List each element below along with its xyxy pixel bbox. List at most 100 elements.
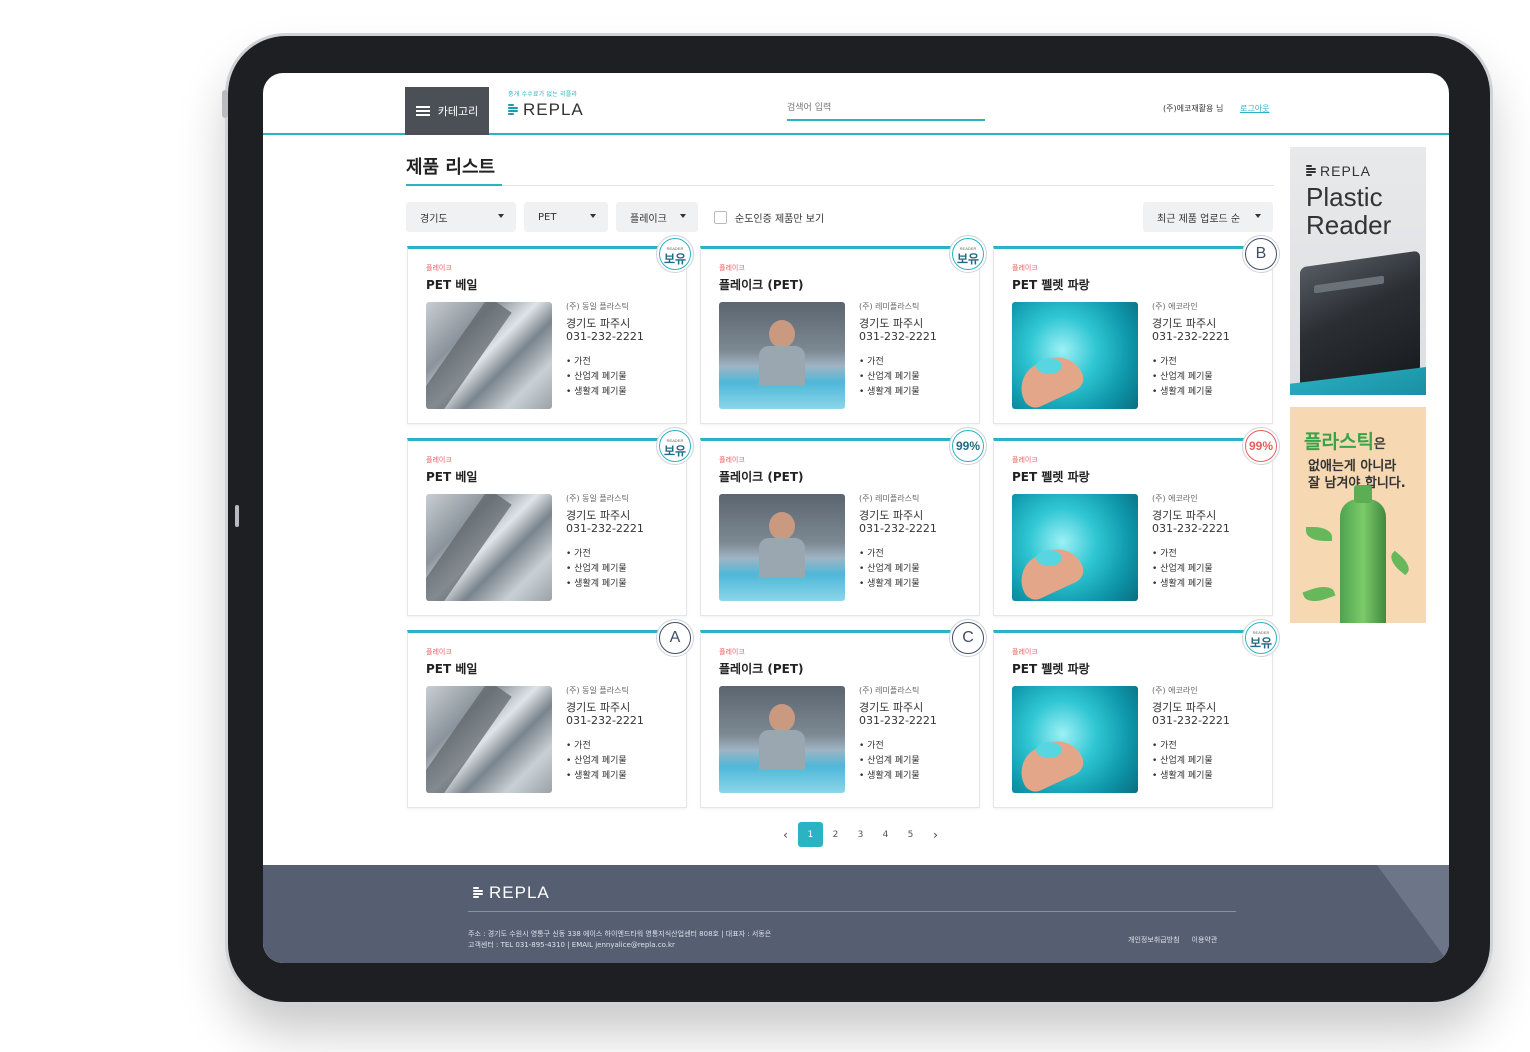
- product-image: [1012, 686, 1138, 793]
- product-card[interactable]: READER 보유 플레이크 PET 베일 (주) 동일 플라스틱 경기도 파주시 031-…: [407, 235, 694, 424]
- leaf-icon: [1302, 582, 1336, 606]
- product-name: PET 베일: [426, 470, 478, 484]
- next-page-button[interactable]: ›: [923, 822, 948, 847]
- logo-tagline: 중개 수수료가 없는 리플라: [508, 91, 578, 98]
- product-image: [719, 494, 845, 601]
- product-card[interactable]: READER 보유 플레이크 PET 베일 (주) 동일 플라스틱 경기도 파주시 031-…: [407, 427, 694, 616]
- chevron-down-icon: [498, 214, 504, 218]
- source-tags: 가전산업계 폐기물생활계 폐기물: [566, 547, 627, 592]
- app-screen: 카테고리 중개 수수료가 없는 리플라 REPLA (주)에코재활용 님 로그아…: [263, 73, 1449, 963]
- source-tag: 산업계 폐기물: [566, 754, 627, 769]
- source-tag: 산업계 폐기물: [859, 370, 920, 385]
- chevron-down-icon: [1255, 214, 1261, 218]
- product-image: [1012, 494, 1138, 601]
- product-card[interactable]: 99% 플레이크 PET 펠렛 파랑 (주) 에코라인 경기도 파주시 031-232-2…: [993, 427, 1280, 616]
- source-tag: 가전: [859, 547, 920, 562]
- product-name: 플레이크 (PET): [719, 278, 804, 292]
- product-category: 플레이크: [426, 264, 452, 272]
- chevron-down-icon: [680, 214, 686, 218]
- repla-logo-icon: [473, 886, 483, 900]
- logo-text: REPLA: [523, 100, 584, 119]
- logout-link[interactable]: 로그아웃: [1240, 103, 1269, 114]
- page-button[interactable]: 3: [848, 822, 873, 847]
- badge-text: B: [1245, 238, 1277, 270]
- page-button[interactable]: 5: [898, 822, 923, 847]
- certified-only-checkbox[interactable]: [714, 211, 727, 224]
- page-button[interactable]: 2: [823, 822, 848, 847]
- badge-text: 99%: [952, 430, 984, 462]
- certification-badge: 99%: [1242, 427, 1280, 465]
- material-filter[interactable]: PET: [524, 202, 608, 232]
- source-tag: 가전: [1152, 355, 1213, 370]
- certification-badge: A: [656, 619, 694, 657]
- badge-text: 보유: [956, 252, 980, 266]
- certification-badge: READER 보유: [656, 427, 694, 465]
- reader-device-image: [1300, 250, 1420, 386]
- brand-logo[interactable]: 중개 수수료가 없는 리플라 REPLA: [508, 89, 584, 120]
- plastic-reader-ad[interactable]: REPLA Plastic Reader: [1290, 147, 1426, 395]
- page-button[interactable]: 1: [798, 822, 823, 847]
- product-name: PET 펠렛 파랑: [1012, 470, 1090, 484]
- product-image: [1012, 302, 1138, 409]
- company-name: (주) 에코라인: [1152, 686, 1198, 695]
- certified-only-toggle[interactable]: 순도인증 제품만 보기: [714, 210, 824, 225]
- footer-address: 주소 : 경기도 수원시 영통구 신동 338 에이스 하이엔드타워 영통지식산…: [468, 930, 772, 938]
- source-tag: 가전: [566, 739, 627, 754]
- badge-text: 보유: [663, 252, 687, 266]
- product-card[interactable]: B 플레이크 PET 펠렛 파랑 (주) 에코라인 경기도 파주시 031-232-222…: [993, 235, 1280, 424]
- product-card[interactable]: READER 보유 플레이크 PET 펠렛 파랑 (주) 에코라인 경기도 파주시 031-…: [993, 619, 1280, 808]
- company-name: (주) 에코라인: [1152, 494, 1198, 503]
- repla-logo-icon: [1306, 164, 1316, 178]
- region-filter[interactable]: 경기도: [406, 202, 516, 232]
- source-tags: 가전산업계 폐기물생활계 폐기물: [1152, 547, 1213, 592]
- source-tags: 가전산업계 폐기물생활계 폐기물: [1152, 355, 1213, 400]
- product-card[interactable]: C 플레이크 플레이크 (PET) (주) 레미플라스틱 경기도 파주시 031-232-…: [700, 619, 987, 808]
- product-category: 플레이크: [719, 456, 745, 464]
- certification-badge: 99%: [949, 427, 987, 465]
- sort-dropdown[interactable]: 최근 제품 업로드 순: [1143, 202, 1273, 232]
- source-tag: 생활계 폐기물: [566, 385, 627, 400]
- company-phone: 031-232-2221: [566, 522, 644, 535]
- prev-page-button[interactable]: ‹: [773, 822, 798, 847]
- source-tag: 산업계 폐기물: [859, 562, 920, 577]
- page-button[interactable]: 4: [873, 822, 898, 847]
- ad-logo: REPLA: [1306, 163, 1371, 179]
- category-menu-button[interactable]: 카테고리: [405, 87, 489, 135]
- product-card[interactable]: A 플레이크 PET 베일 (주) 동일 플라스틱 경기도 파주시 031-232-222…: [407, 619, 694, 808]
- terms-link[interactable]: 이용약관: [1192, 935, 1218, 945]
- leaf-icon: [1386, 550, 1414, 576]
- product-card[interactable]: READER 보유 플레이크 플레이크 (PET) (주) 레미플라스틱 경기도 파주시 0…: [700, 235, 987, 424]
- campaign-ad[interactable]: 플라스틱은 없애는게 아니라 잘 남겨야 합니다.: [1290, 407, 1426, 623]
- source-tag: 산업계 폐기물: [1152, 370, 1213, 385]
- product-image: [426, 686, 552, 793]
- search-input[interactable]: [787, 97, 985, 121]
- product-category: 플레이크: [1012, 456, 1038, 464]
- menu-icon: [415, 106, 430, 116]
- ad-title-line2: Reader: [1306, 210, 1392, 240]
- form-filter-value: 플레이크: [630, 213, 667, 225]
- company-phone: 031-232-2221: [1152, 714, 1230, 727]
- company-region: 경기도 파주시: [859, 701, 924, 714]
- user-name: (주)에코재활용 님: [1163, 104, 1224, 113]
- source-tag: 생활계 폐기물: [859, 577, 920, 592]
- company-name: (주) 레미플라스틱: [859, 686, 920, 695]
- company-name: (주) 동일 플라스틱: [566, 686, 629, 695]
- badge-text: 보유: [663, 444, 687, 458]
- privacy-policy-link[interactable]: 개인정보취급방침: [1128, 935, 1180, 945]
- source-tag: 생활계 폐기물: [1152, 385, 1213, 400]
- form-filter[interactable]: 플레이크: [616, 202, 698, 232]
- badge-text: A: [659, 622, 691, 654]
- source-tag: 산업계 폐기물: [566, 370, 627, 385]
- source-tags: 가전산업계 폐기물생활계 폐기물: [566, 355, 627, 400]
- product-name: PET 펠렛 파랑: [1012, 278, 1090, 292]
- material-filter-value: PET: [538, 211, 557, 223]
- source-tag: 산업계 폐기물: [1152, 562, 1213, 577]
- device-side-button: [222, 90, 228, 118]
- source-tags: 가전산업계 폐기물생활계 폐기물: [859, 355, 920, 400]
- page-title: 제품 리스트: [406, 157, 496, 178]
- footer-company-info: 주소 : 경기도 수원시 영통구 신동 338 에이스 하이엔드타워 영통지식산…: [468, 929, 771, 951]
- product-card[interactable]: 99% 플레이크 플레이크 (PET) (주) 레미플라스틱 경기도 파주시 031-23…: [700, 427, 987, 616]
- source-tag: 생활계 폐기물: [1152, 769, 1213, 784]
- bottle-illustration: [1340, 485, 1386, 623]
- badge-text: C: [952, 622, 984, 654]
